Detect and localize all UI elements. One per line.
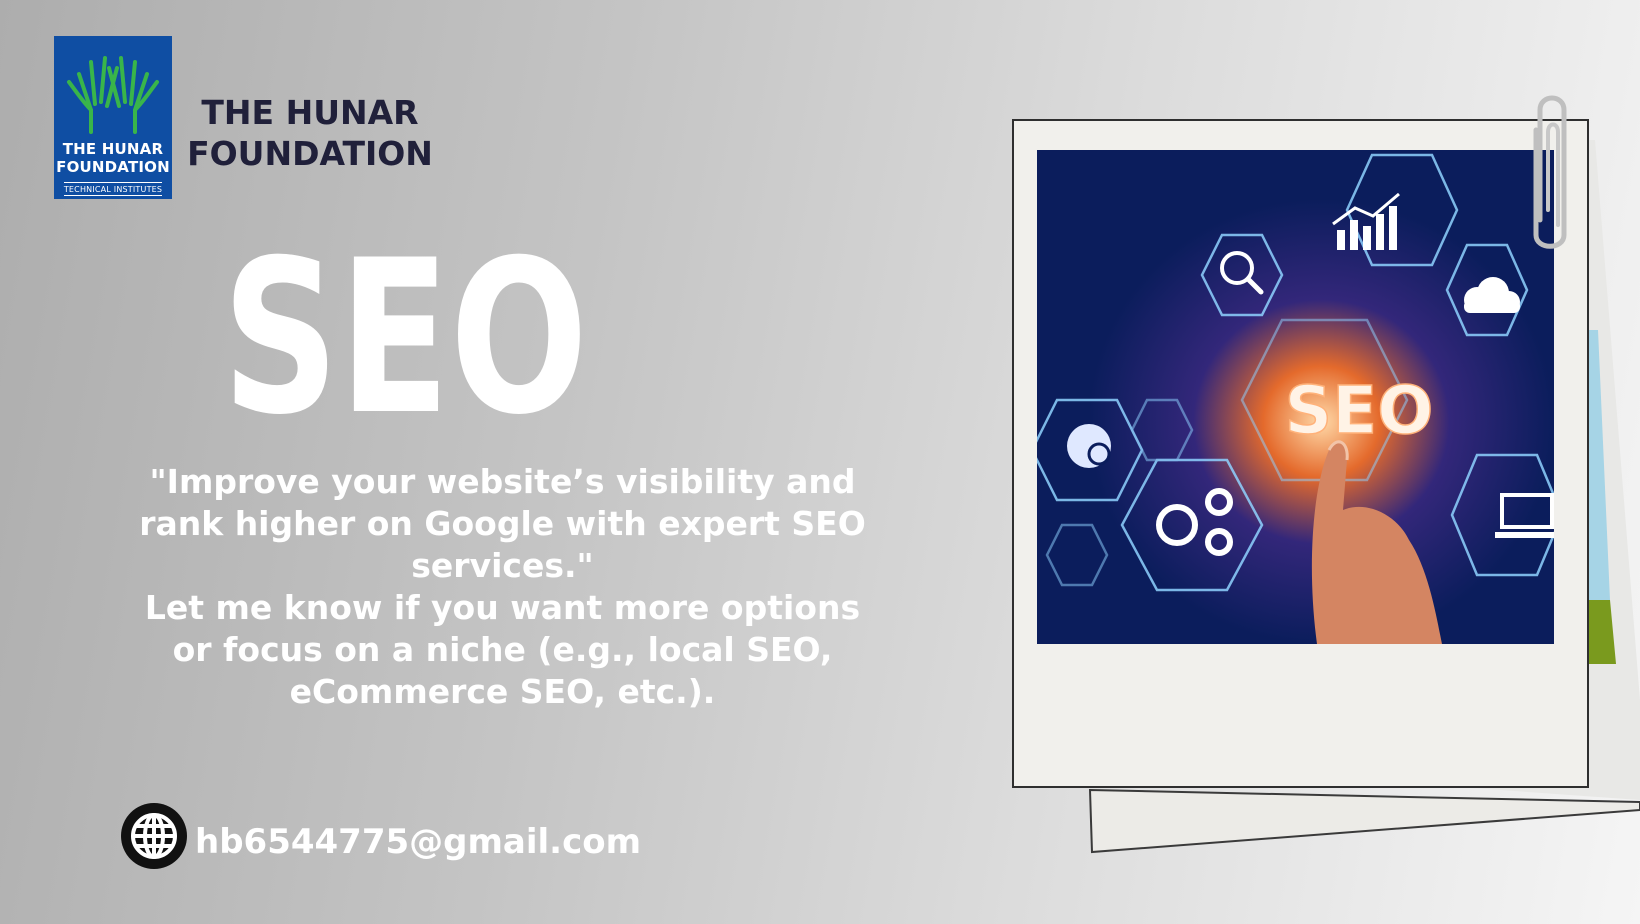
paperclip-icon [1533,95,1567,249]
description: "Improve your website’s visibility and r… [130,461,875,713]
globe-icon [121,803,187,869]
brand-name: THE HUNAR FOUNDATION [180,92,440,174]
photo-seo-text: SEO [1285,372,1434,449]
seo-illustration-photo: SEO [1037,150,1554,644]
photo-stack: SEO [1010,0,1640,924]
foundation-logo: THE HUNAR FOUNDATION TECHNICAL INSTITUTE… [54,36,172,199]
seo-hero-title-text: SEO [222,253,588,418]
brand-name-line1: THE HUNAR [201,93,419,132]
seo-hero-title: SEO [222,253,588,418]
raised-hands-icon [67,56,159,134]
logo-subtitle: TECHNICAL INSTITUTES [63,182,163,196]
brand-name-line2: FOUNDATION [187,134,433,173]
contact-email[interactable]: hb6544775@gmail.com [195,822,641,862]
logo-text-line1: THE HUNAR [62,140,164,158]
description-quote: "Improve your website’s visibility and r… [139,462,866,585]
description-note: Let me know if you want more options or … [144,588,861,711]
logo-text-line2: FOUNDATION [56,158,170,176]
